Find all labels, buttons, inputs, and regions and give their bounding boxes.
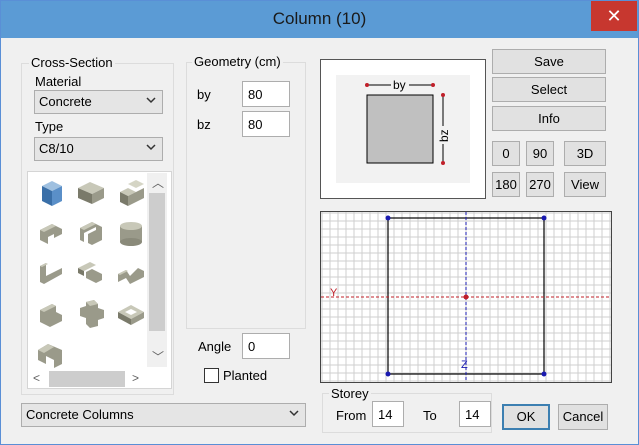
chevron-up-icon[interactable]: ︿: [152, 174, 164, 191]
chevron-right-icon[interactable]: >: [132, 371, 139, 385]
storey-to-input[interactable]: 14: [459, 401, 491, 427]
column-family-select[interactable]: Concrete Columns: [21, 403, 306, 427]
bz-input[interactable]: 80: [242, 111, 290, 137]
corner-node[interactable]: [541, 215, 547, 221]
l-block-shape-icon[interactable]: [74, 176, 108, 210]
preview-bz-label: bz: [437, 129, 451, 142]
material-value: Concrete: [39, 94, 92, 109]
storey-label: Storey: [329, 386, 371, 401]
z-shape-icon[interactable]: [114, 256, 148, 290]
type-select[interactable]: C8/10: [34, 137, 163, 161]
by-input[interactable]: 80: [242, 81, 290, 107]
close-button[interactable]: ✕: [591, 1, 637, 31]
material-select[interactable]: Concrete: [34, 90, 163, 114]
ok-button[interactable]: OK: [502, 404, 550, 430]
cross-shape-icon[interactable]: [74, 296, 108, 330]
cancel-button[interactable]: Cancel: [558, 404, 608, 430]
by-label: by: [197, 87, 211, 102]
planted-label: Planted: [223, 368, 268, 383]
bz-label: bz: [197, 117, 211, 132]
geometry-label: Geometry (cm): [192, 54, 283, 69]
preview-by-label: by: [393, 78, 406, 92]
view-3d-button[interactable]: 3D: [564, 141, 606, 166]
t-shape-icon[interactable]: [74, 256, 108, 290]
section-preview-drawing: by bz: [336, 75, 470, 183]
vertical-scroll-thumb[interactable]: [149, 193, 165, 331]
center-node[interactable]: [463, 294, 469, 300]
column-family-value: Concrete Columns: [26, 407, 134, 422]
arch-shape-icon[interactable]: [34, 336, 68, 370]
corner-node[interactable]: [385, 215, 391, 221]
material-label: Material: [35, 74, 82, 89]
placement-grid[interactable]: YZ: [320, 211, 612, 383]
rotate-90-label: 90: [532, 146, 548, 161]
stepped-block-shape-icon[interactable]: [114, 176, 148, 210]
planted-checkbox[interactable]: [204, 368, 219, 383]
ok-label: OK: [516, 409, 536, 424]
select-label: Select: [530, 82, 568, 97]
view-button[interactable]: View: [564, 172, 606, 197]
view-3d-label: 3D: [576, 146, 594, 161]
rotate-180-label: 180: [495, 177, 517, 192]
chevron-left-icon[interactable]: <: [33, 371, 40, 385]
angle-shape-icon[interactable]: [34, 256, 68, 290]
cancel-label: Cancel: [562, 409, 604, 424]
l-corner-shape-icon[interactable]: [34, 296, 68, 330]
z-axis-label: Z: [461, 359, 468, 371]
chevron-down-icon: [289, 410, 299, 417]
select-button[interactable]: Select: [492, 77, 606, 102]
box-shape-icon[interactable]: [34, 176, 68, 210]
cylinder-shape-icon[interactable]: [114, 216, 148, 250]
type-value: C8/10: [39, 141, 74, 156]
rotate-90-button[interactable]: 90: [526, 141, 554, 166]
info-label: Info: [538, 111, 560, 126]
chevron-down-icon: [146, 97, 156, 104]
rotate-270-button[interactable]: 270: [526, 172, 554, 197]
rotate-270-label: 270: [529, 177, 551, 192]
rotate-180-button[interactable]: 180: [492, 172, 520, 197]
c-channel-shape-icon[interactable]: [34, 216, 68, 250]
window-title: Column (10): [272, 9, 367, 28]
horizontal-scroll-thumb[interactable]: [49, 371, 125, 387]
title-bar[interactable]: Column (10) ✕: [1, 1, 638, 38]
section-preview: by bz: [320, 59, 486, 199]
placement-grid-drawing: YZ: [321, 212, 611, 382]
storey-to-label: To: [423, 408, 437, 423]
hollow-box-shape-icon[interactable]: [114, 296, 148, 330]
y-axis-label: Y: [330, 287, 338, 299]
angle-label: Angle: [198, 339, 232, 354]
chevron-down-icon[interactable]: ﹀: [152, 348, 164, 365]
save-button[interactable]: Save: [492, 49, 606, 74]
type-label: Type: [35, 119, 64, 134]
cross-section-label: Cross-Section: [29, 55, 115, 70]
corner-node[interactable]: [541, 371, 547, 377]
view-label: View: [571, 177, 599, 192]
rotate-0-button[interactable]: 0: [492, 141, 520, 166]
u-channel-shape-icon[interactable]: [74, 216, 108, 250]
corner-node[interactable]: [385, 371, 391, 377]
info-button[interactable]: Info: [492, 106, 606, 131]
storey-from-input[interactable]: 14: [372, 401, 404, 427]
close-icon: ✕: [606, 6, 622, 26]
dialog-window: Column (10) ✕ Cross-Section Material Con…: [0, 0, 639, 445]
storey-from-label: From: [336, 408, 367, 423]
angle-input[interactable]: 0: [242, 333, 290, 359]
chevron-down-icon: [146, 144, 156, 151]
rotate-0-label: 0: [502, 146, 510, 161]
save-label: Save: [534, 54, 564, 69]
